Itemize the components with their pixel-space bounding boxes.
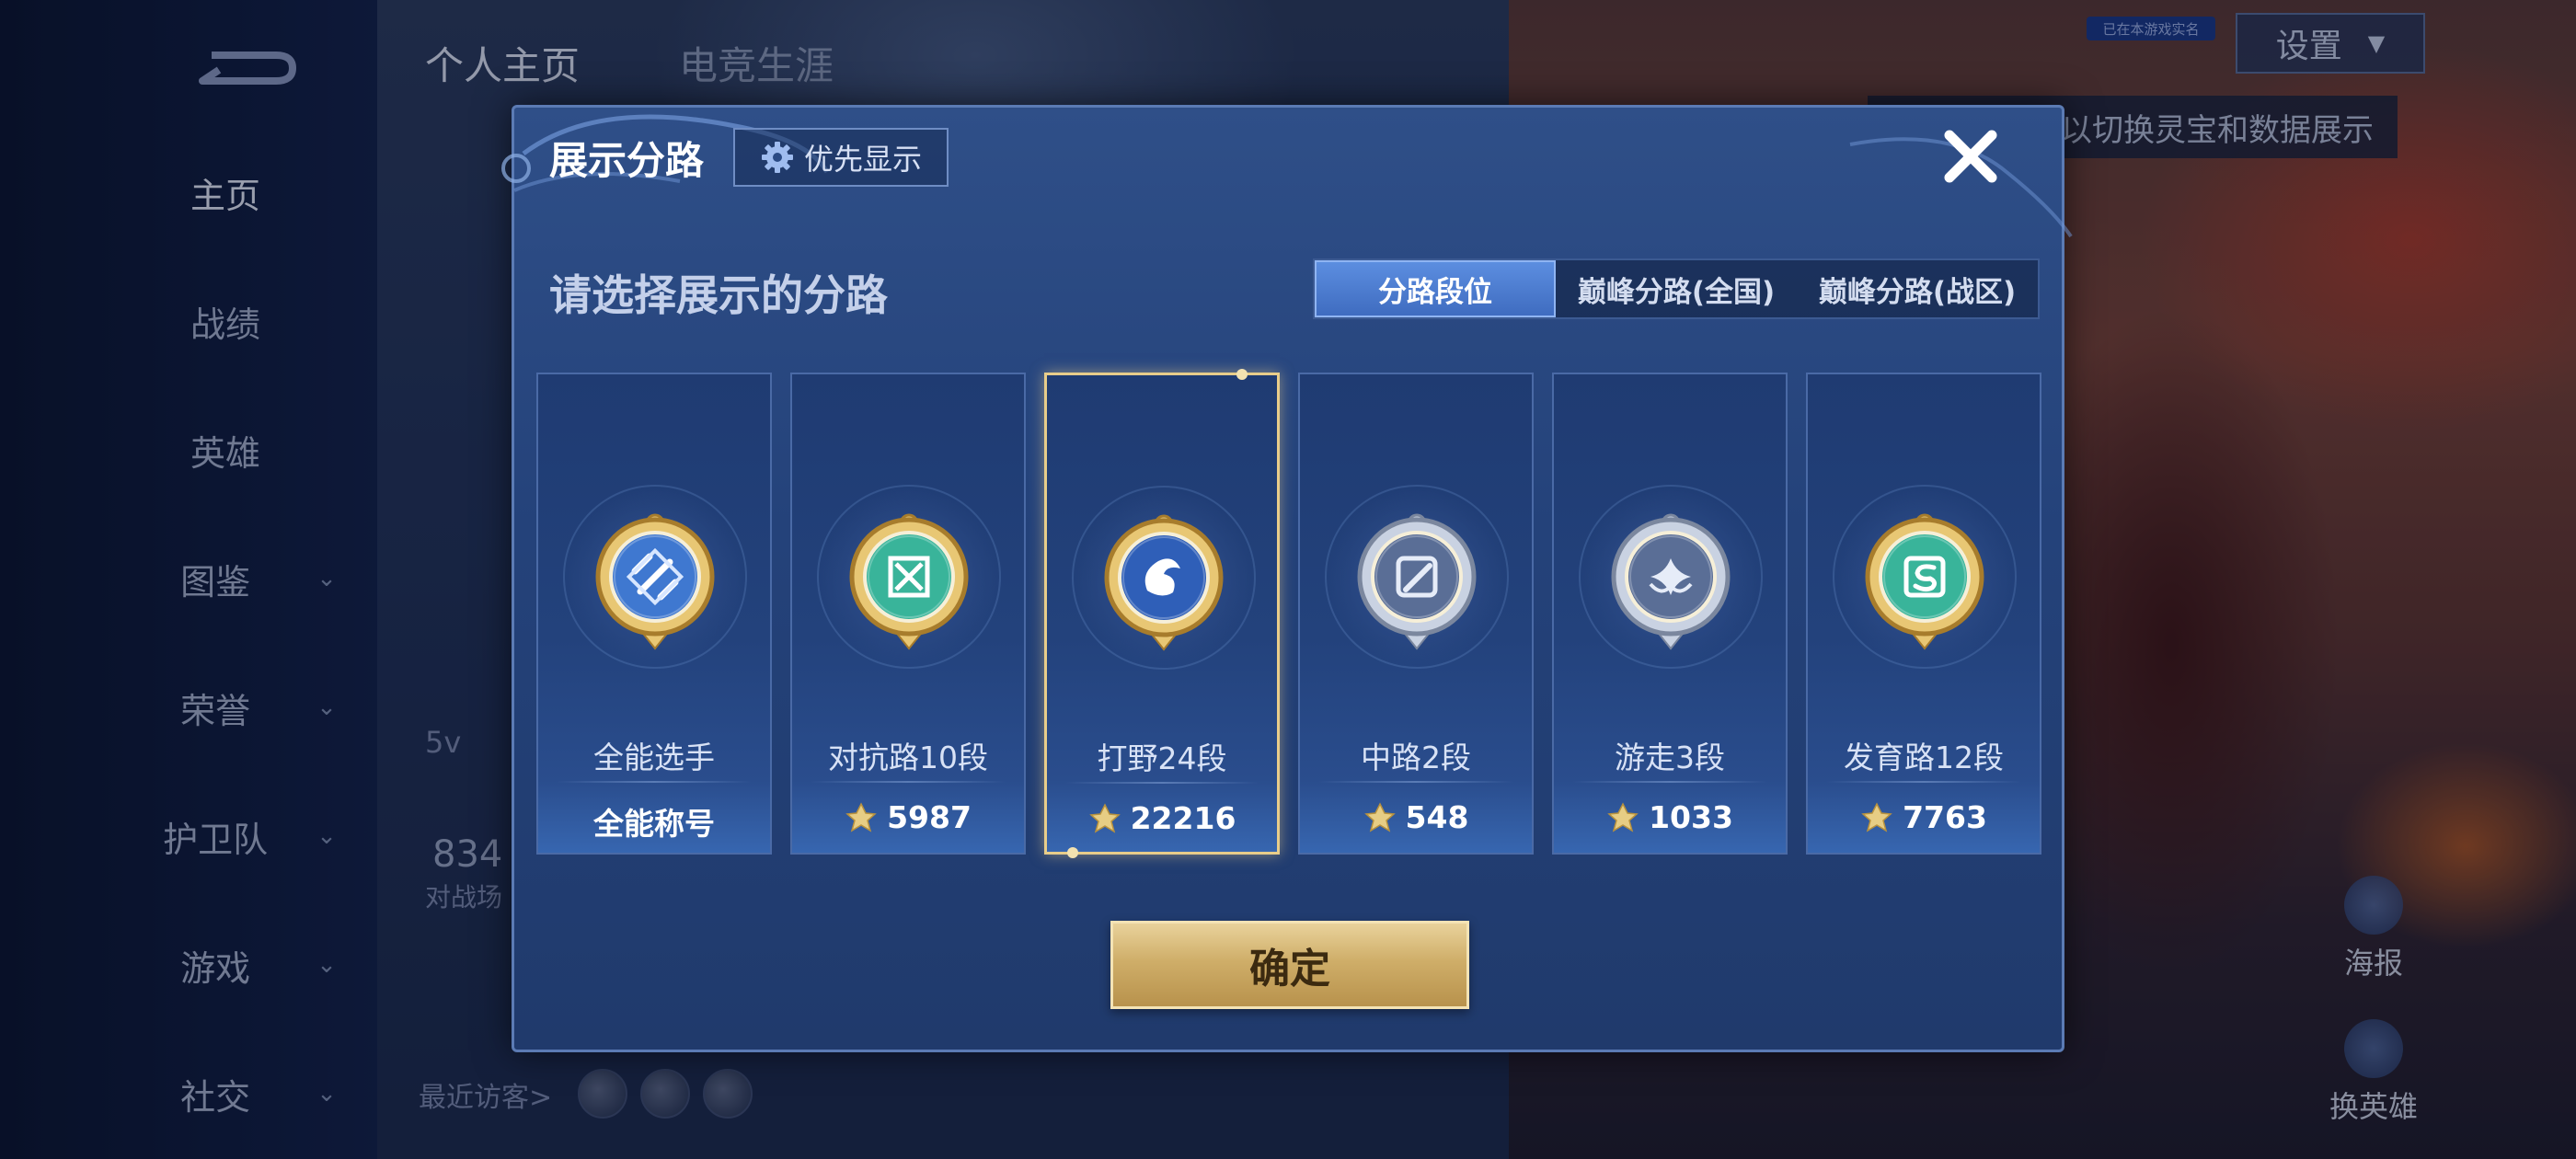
- lane-card-value: 7763: [1903, 799, 1987, 835]
- lane-card-name: 中路2段: [1361, 740, 1471, 775]
- peak-points-icon: [1606, 801, 1639, 834]
- lane-card-name: 对抗路10段: [828, 740, 988, 775]
- roam-icon: [1579, 485, 1763, 669]
- jungle-icon: [1072, 486, 1256, 670]
- tab-peak-lane-region[interactable]: 巅峰分路(战区): [1797, 260, 2038, 317]
- lane-card[interactable]: 中路2段 548: [1298, 373, 1534, 855]
- clash-lane-icon: [817, 485, 1001, 669]
- priority-display-button[interactable]: 优先显示: [733, 128, 949, 187]
- lane-card-value: 548: [1405, 799, 1469, 835]
- lane-card[interactable]: 游走3段 1033: [1552, 373, 1788, 855]
- lane-card-value: 全能称号: [593, 806, 715, 842]
- lane-card-value: 5987: [887, 799, 972, 835]
- lane-card-score: 22216: [1047, 800, 1277, 836]
- close-button[interactable]: [1937, 122, 2005, 190]
- all-round-icon: [563, 485, 747, 669]
- lane-card-name: 打野24段: [1097, 740, 1227, 776]
- divider: [811, 781, 1006, 783]
- tab-lane-rank[interactable]: 分路段位: [1315, 260, 1556, 317]
- lane-card[interactable]: 打野24段 22216: [1044, 369, 1280, 858]
- tab-peak-lane-national[interactable]: 巅峰分路(全国): [1556, 260, 1797, 317]
- lane-card-value: 1033: [1649, 799, 1733, 835]
- lane-card-score: 7763: [1808, 799, 2040, 835]
- peak-points-icon: [845, 801, 878, 834]
- peak-points-icon: [1088, 802, 1121, 835]
- peak-points-icon: [1363, 801, 1397, 834]
- lane-card[interactable]: 全能选手 全能称号: [536, 373, 772, 855]
- divider: [1318, 781, 1513, 783]
- lane-card-score: 548: [1300, 799, 1532, 835]
- selection-corner-dot: [1236, 369, 1248, 380]
- divider: [557, 781, 752, 783]
- lane-card-name: 全能选手: [593, 740, 715, 775]
- dialog-subtitle: 请选择展示的分路: [549, 270, 888, 320]
- lane-card-name: 游走3段: [1615, 740, 1725, 775]
- confirm-label: 确定: [1249, 946, 1330, 993]
- priority-display-label: 优先显示: [803, 142, 922, 177]
- divider: [1572, 781, 1767, 783]
- mid-lane-icon: [1325, 485, 1509, 669]
- confirm-button[interactable]: 确定: [1110, 921, 1469, 1009]
- divider: [1065, 782, 1259, 784]
- lane-card[interactable]: 发育路12段 7763: [1806, 373, 2041, 855]
- lane-card-value: 22216: [1130, 800, 1236, 836]
- lane-card-list: 全能选手 全能称号 对抗路10段 5987 打野24段 22216 中路2段 548 游走3段 1…: [536, 369, 2045, 858]
- lane-card-score: 全能称号: [538, 799, 770, 843]
- gear-icon: [760, 140, 795, 175]
- lane-card-score: 1033: [1554, 799, 1786, 835]
- divider: [1826, 781, 2021, 783]
- lane-card[interactable]: 对抗路10段 5987: [790, 373, 1026, 855]
- close-icon: [1944, 130, 1997, 183]
- lane-display-dialog: 展示分路 优先显示 请选择展示的分路 分路段位 巅峰分路(全国) 巅峰分路(战区…: [501, 105, 2073, 1052]
- peak-points-icon: [1860, 801, 1893, 834]
- selection-corner-dot: [1067, 847, 1078, 858]
- lane-mode-tabs: 分路段位 巅峰分路(全国) 巅峰分路(战区): [1313, 258, 2040, 319]
- dialog-title: 展示分路: [549, 138, 705, 183]
- lane-card-name: 发育路12段: [1844, 740, 2004, 775]
- lane-card-score: 5987: [792, 799, 1024, 835]
- farm-lane-icon: [1833, 485, 2017, 669]
